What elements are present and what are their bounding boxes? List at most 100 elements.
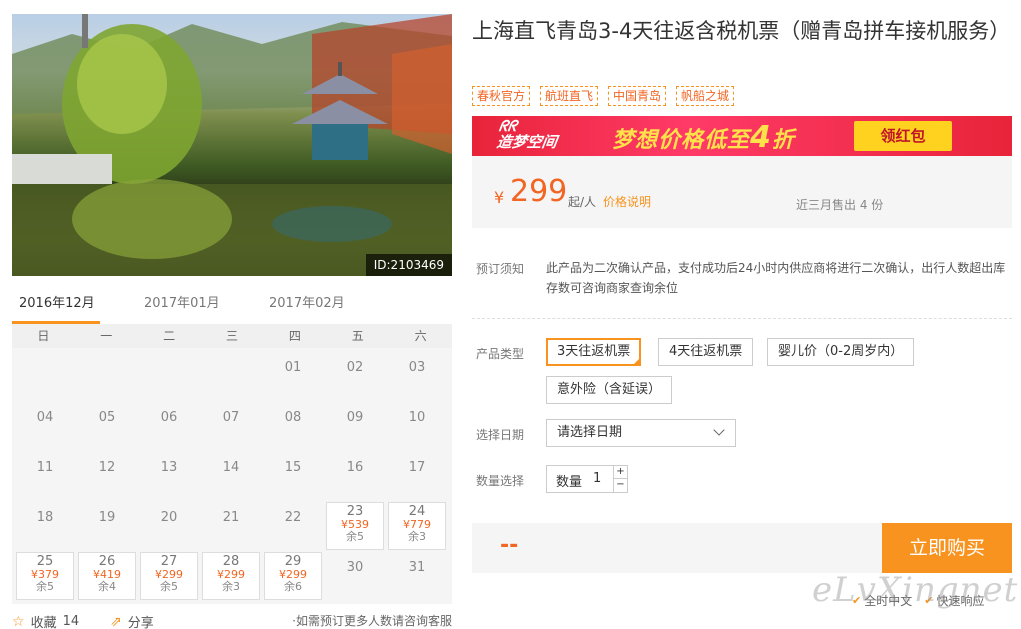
calendar-day: 10 (386, 402, 448, 452)
feature-label: 全时中文 (864, 594, 913, 608)
day-stock: 余5 (160, 580, 178, 593)
day-number: 21 (222, 510, 240, 525)
day-number: 07 (222, 410, 240, 425)
day-stock: 余3 (222, 580, 240, 593)
check-icon: ✔ (924, 594, 934, 607)
favorite-label: 收藏 (30, 616, 57, 629)
tag-item[interactable]: 帆船之城 (676, 86, 735, 106)
tag-item[interactable]: 春秋官方 (472, 86, 531, 106)
calendar-day: 03 (386, 352, 448, 402)
banner-slogan: 梦想价格低至4折 (612, 122, 795, 154)
day-number: 28 (222, 554, 240, 569)
landscape-image (12, 14, 452, 276)
day-number: 26 (98, 554, 116, 569)
day-number: 27 (160, 554, 178, 569)
product-photo[interactable]: ID:2103469 (12, 14, 452, 276)
weekday-label: 四 (288, 329, 301, 343)
tab-month-2017-01[interactable]: 2017年01月 (144, 290, 220, 324)
weekday-label: 日 (37, 329, 50, 343)
banner-logo-mark: ᖇᖇ (497, 117, 519, 135)
product-title: 上海直飞青岛3-4天往返含税机票（赠青岛拼车接机服务） (472, 19, 1011, 43)
calendar-day-available[interactable]: 26 ¥419 余4 (78, 552, 136, 600)
day-number: 24 (408, 504, 426, 519)
calendar-day-available[interactable]: 29 ¥299 余6 (264, 552, 322, 600)
day-stock: 余4 (98, 580, 116, 593)
calendar-day: 04 (14, 402, 76, 452)
quantity-value[interactable]: 1 (593, 471, 601, 486)
option-3day-ticket[interactable]: 3天往返机票 (546, 338, 642, 366)
calendar-day: 07 (200, 402, 262, 452)
weekday-label: 二 (163, 329, 176, 343)
product-page: ID:2103469 2016年12月 2017年01月 2017年02月 日 一… (0, 0, 1021, 629)
feature-label: 快速响应 (936, 594, 985, 608)
day-number: 25 (36, 554, 54, 569)
weekday-label: 五 (351, 329, 364, 343)
share-icon: ⇗ (110, 613, 122, 629)
day-number: 18 (36, 510, 54, 525)
notice-text: 此产品为二次确认产品，支付成功后24小时内供应商将进行二次确认，出行人数超出库存… (546, 261, 1006, 295)
price-box: ¥ 299 起/人 价格说明 近三月售出 4 份 (472, 156, 1012, 228)
day-number: 04 (36, 410, 54, 425)
quantity-increase-button[interactable]: + (613, 466, 627, 479)
banner-slogan-post: 折 (771, 128, 795, 153)
day-number: 22 (284, 510, 302, 525)
banner-logo-text: 造梦空间 (495, 133, 559, 151)
booking-note: ·如需预订更多人数请咨询客服 (292, 614, 452, 628)
calendar-day-available[interactable]: 25 ¥379 余5 (16, 552, 74, 600)
photo-id-label: ID:2103469 (365, 254, 452, 276)
calendar-day-available[interactable]: 24 ¥779 余3 (388, 502, 446, 550)
calendar-day-available[interactable]: 27 ¥299 余5 (140, 552, 198, 600)
sold-count: 近三月售出 4 份 (796, 198, 884, 212)
share-button[interactable]: ⇗ 分享 (110, 612, 154, 629)
date-select-value: 请选择日期 (557, 425, 623, 440)
total-price: -- (500, 533, 519, 558)
calendar-day: 22 (262, 502, 324, 552)
day-number: 19 (98, 510, 116, 525)
day-stock: 余3 (408, 530, 426, 543)
calendar-day-available[interactable]: 28 ¥299 余3 (202, 552, 260, 600)
banner-slogan-pre: 梦想价格低至 (612, 128, 751, 153)
calendar-day: 12 (76, 452, 138, 502)
calendar-day: 20 (138, 502, 200, 552)
calendar-day: 06 (138, 402, 200, 452)
day-number: 06 (160, 410, 178, 425)
feature-item: ✔ 快速响应 (924, 592, 984, 609)
product-tags: 春秋官方 航班直飞 中国青岛 帆船之城 (472, 86, 735, 106)
option-4day-ticket[interactable]: 4天往返机票 (658, 338, 754, 366)
weekday-label: 一 (100, 329, 113, 343)
day-number: 02 (346, 360, 364, 375)
price-amount: 299 (510, 174, 568, 209)
star-icon: ☆ (12, 613, 25, 629)
day-number: 15 (284, 460, 302, 475)
calendar-day: 19 (76, 502, 138, 552)
buy-now-button[interactable]: 立即购买 (882, 523, 1012, 573)
banner-logo: ᖇᖇ 造梦空间 (495, 117, 561, 151)
day-number: 10 (408, 410, 426, 425)
calendar-day: 01 (262, 352, 324, 402)
price-explain-link[interactable]: 价格说明 (603, 193, 651, 210)
favorite-button[interactable]: ☆ 收藏 14 (12, 612, 79, 629)
day-number: 20 (160, 510, 178, 525)
tag-item[interactable]: 航班直飞 (540, 86, 599, 106)
feature-item: ✔ 全时中文 (852, 592, 912, 609)
calendar-day: 08 (262, 402, 324, 452)
tag-item[interactable]: 中国青岛 (608, 86, 667, 106)
calendar-day: 31 (386, 552, 448, 602)
get-coupon-button[interactable]: 领红包 (854, 121, 952, 151)
date-select[interactable]: 请选择日期 (546, 419, 736, 447)
price-currency: ¥ (494, 188, 505, 207)
share-label: 分享 (127, 616, 154, 629)
promo-banner[interactable]: ᖇᖇ 造梦空间 梦想价格低至4折 领红包 (472, 116, 1012, 156)
quantity-decrease-button[interactable]: − (613, 479, 627, 492)
day-number: 03 (408, 360, 426, 375)
option-insurance[interactable]: 意外险（含延误） (546, 376, 673, 404)
tab-month-2017-02[interactable]: 2017年02月 (269, 290, 345, 324)
option-infant-price[interactable]: 婴儿价（0-2周岁内） (767, 338, 915, 366)
calendar-day: 30 (324, 552, 386, 602)
calendar-day-available[interactable]: 23 ¥539 余5 (326, 502, 384, 550)
check-icon: ✔ (852, 594, 862, 607)
tab-month-2016-12[interactable]: 2016年12月 (12, 290, 100, 324)
day-number: 29 (284, 554, 302, 569)
day-number: 14 (222, 460, 240, 475)
calendar-day: 15 (262, 452, 324, 502)
